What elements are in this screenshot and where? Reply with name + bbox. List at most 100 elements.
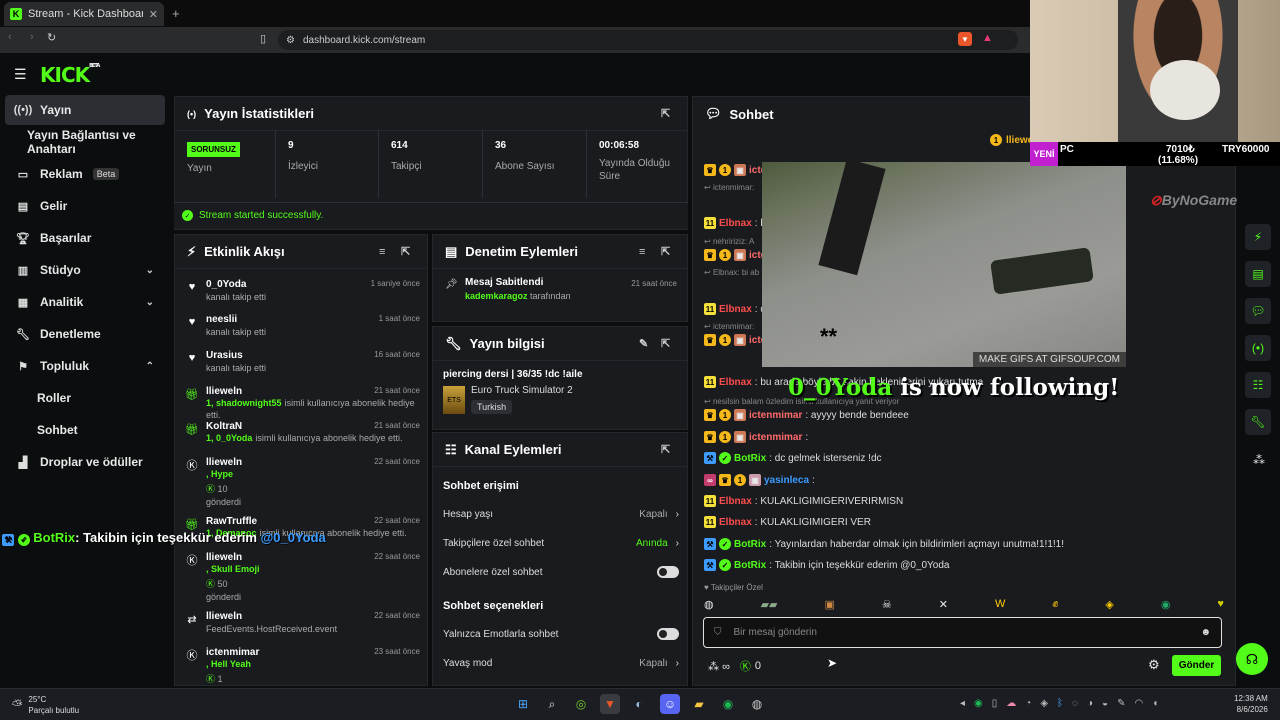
sub-badge-icon: ▣: [734, 249, 746, 261]
filter-icon[interactable]: ≡: [639, 246, 653, 258]
edit-icon[interactable]: ✎: [639, 337, 653, 350]
explorer-icon[interactable]: ▰: [689, 694, 709, 714]
chat-input[interactable]: ⛉ Bir mesaj gönderin ☻: [703, 617, 1222, 648]
sidebar-item-sohbet[interactable]: Sohbet: [0, 416, 170, 444]
sidebar-item-roller[interactable]: Roller: [0, 384, 170, 412]
sidebar-item-reklam[interactable]: ▭ Reklam Beta: [0, 160, 170, 188]
app-icon-2[interactable]: ◍: [747, 694, 767, 714]
popout-icon[interactable]: ⇱: [661, 443, 675, 456]
coin-badge-icon: 1: [719, 334, 731, 346]
forward-icon[interactable]: ›: [30, 31, 34, 43]
popout-icon[interactable]: ⇱: [661, 107, 675, 120]
sidebar-item-topluluk[interactable]: ⚑ Topluluk ⌃: [0, 352, 170, 380]
spotify-icon[interactable]: ◉: [718, 694, 738, 714]
emote-10[interactable]: ♥: [1217, 598, 1224, 614]
emote-9[interactable]: ◉: [1161, 598, 1171, 614]
kick-logo[interactable]: KICKBETA: [40, 63, 100, 87]
goal-label: PC: [1060, 144, 1074, 155]
kick-coin-icon: Ⓚ: [739, 661, 751, 673]
stats-title: Yayın İstatistikleri: [204, 106, 314, 121]
community-icon[interactable]: ⁂: [1253, 453, 1265, 467]
emote-6[interactable]: W: [995, 598, 1005, 614]
support-button[interactable]: ☊: [1236, 643, 1268, 675]
chat-options-heading: Sohbet seçenekleri: [443, 600, 544, 612]
site-info-icon[interactable]: ⚙: [286, 35, 295, 46]
sidebar-item-gelir[interactable]: ▤ Gelir: [0, 192, 170, 220]
emoji-icon[interactable]: ☻: [1200, 627, 1211, 638]
cursor-icon: ➤: [827, 656, 838, 670]
start-icon[interactable]: ⊞: [513, 694, 533, 714]
kick-favicon-icon: K: [10, 8, 22, 20]
filter-icon[interactable]: ≡: [379, 246, 393, 258]
reload-icon[interactable]: ↻: [47, 31, 56, 44]
popout-icon[interactable]: ⇱: [401, 245, 415, 258]
sidebar-item-basarilar[interactable]: 🏆︎ Başarılar: [0, 224, 170, 252]
sidebar-item-analitik[interactable]: ▦ Analitik ⌄: [0, 288, 170, 316]
chat-settings-icon[interactable]: ⚙: [1148, 657, 1160, 673]
chat-message[interactable]: ⚒ ✓ BotRix: dc gelmek isterseniz !dc: [704, 449, 882, 467]
goal-percent: (11.68%): [1158, 155, 1199, 166]
sidebar-item-studyo[interactable]: ▥ Stüdyo ⌄: [0, 256, 170, 284]
new-tab-icon[interactable]: +: [172, 6, 180, 21]
close-tab-icon[interactable]: ✕: [149, 8, 158, 21]
back-icon[interactable]: ‹: [8, 31, 12, 43]
stat-followers: 614: [391, 140, 408, 151]
chat-message[interactable]: ∞ ♛ 1 ▣ yasinleca:: [704, 471, 815, 489]
emote-4[interactable]: ☠︎: [882, 598, 892, 614]
chat-message[interactable]: 11 Elbnax: d: [704, 300, 766, 318]
bot-badge-icon: ⚒: [704, 559, 716, 571]
quick-action-document-icon[interactable]: ▤: [1245, 261, 1271, 287]
brave-icon[interactable]: ▼: [600, 694, 620, 714]
popout-icon[interactable]: ⇱: [661, 245, 675, 258]
emote-5[interactable]: ✕: [939, 598, 948, 614]
brave-shield-icon[interactable]: ▼: [958, 32, 972, 46]
chat-message[interactable]: 11 Elbnax: KULAKLIGIMIGERIVERIRMISN: [704, 492, 903, 510]
weather-widget[interactable]: ⛅︎ 25°C Parçalı bulutlu: [12, 694, 79, 716]
emote-7[interactable]: ✊︎: [1052, 598, 1058, 614]
channel-setting-row[interactable]: Yavaş mod Kapalı ›: [443, 655, 679, 671]
sidebar-item-yayin[interactable]: ((•)) Yayın: [0, 96, 170, 124]
toggle-switch[interactable]: [657, 628, 679, 640]
channel-setting-row[interactable]: Hesap yaşı Kapalı ›: [443, 506, 679, 522]
bookmark-icon[interactable]: ▯: [260, 32, 266, 45]
steam-icon[interactable]: ◐: [629, 694, 649, 714]
chat-message[interactable]: ⚒ ✓ BotRix: Takibin için teşekkür ederim @…: [704, 556, 950, 574]
browser-tab[interactable]: K Stream - Kick Dashboard ✕: [4, 2, 164, 26]
emote-1[interactable]: ◍: [704, 598, 714, 614]
clock[interactable]: 12:38 AM 8/6/2026: [1234, 693, 1268, 715]
host-icon: ⇄: [187, 613, 197, 626]
app-icon-1[interactable]: ◎: [571, 694, 591, 714]
channel-setting-row[interactable]: Takipçilere özel sohbet Anında ›: [443, 535, 679, 551]
emote-2[interactable]: ▰▰: [761, 598, 778, 614]
discord-icon[interactable]: ☺: [660, 694, 680, 714]
url-field[interactable]: ⚙ dashboard.kick.com/stream: [278, 30, 1018, 50]
coin-badge-icon: 1: [990, 134, 1002, 146]
chat-message[interactable]: ♛1▣ictenmimar:: [704, 428, 808, 446]
gift-icon: 🎁︎: [185, 423, 199, 436]
popout-icon[interactable]: ⇱: [661, 337, 675, 350]
toggle-switch[interactable]: [657, 566, 679, 578]
quick-action-broadcast-icon[interactable]: (•): [1245, 335, 1271, 361]
quick-action-list-icon[interactable]: ☷: [1245, 372, 1271, 398]
sidebar-item-stream-key[interactable]: Yayın Bağlantısı ve Anahtarı: [0, 128, 170, 156]
sidebar-item-denetleme[interactable]: 🔧︎ Denetleme: [0, 320, 170, 348]
sub-months-badge-icon: 11: [704, 217, 716, 229]
quick-action-wrench-icon[interactable]: 🔧︎: [1245, 409, 1271, 435]
quick-action-chat-icon[interactable]: 💬︎: [1245, 298, 1271, 324]
sidebar-item-droplar[interactable]: ▟ Droplar ve ödüller: [0, 448, 170, 476]
chat-message[interactable]: ♛ 1 ▣ ictenmimar: ayyyy bende bendeee: [704, 406, 909, 424]
quick-action-lightning-icon[interactable]: ⚡︎: [1245, 224, 1271, 250]
chat-message[interactable]: ⚒ ✓ BotRix: Yayınlardan haberdar olmak içi…: [704, 535, 1064, 553]
emote-3[interactable]: ▣: [825, 598, 835, 614]
channel-setting-row[interactable]: Abonelere özel sohbet: [443, 564, 679, 580]
sub-months-badge-icon: 11: [704, 376, 716, 388]
community-icon[interactable]: ⁂ ∞: [708, 660, 730, 673]
send-button[interactable]: Gönder: [1172, 655, 1221, 676]
search-icon[interactable]: ⌕: [542, 694, 562, 714]
emote-8[interactable]: ◈: [1105, 598, 1113, 614]
chat-message[interactable]: 11 Elbnax: KULAKLIGIMIGERI VER: [704, 513, 871, 531]
brave-rewards-icon[interactable]: ▲: [982, 32, 993, 44]
kick-coin-icon: Ⓚ: [186, 555, 198, 567]
menu-icon[interactable]: ☰: [14, 66, 27, 83]
channel-setting-row[interactable]: Yalnızca Emotlarla sohbet: [443, 626, 679, 642]
